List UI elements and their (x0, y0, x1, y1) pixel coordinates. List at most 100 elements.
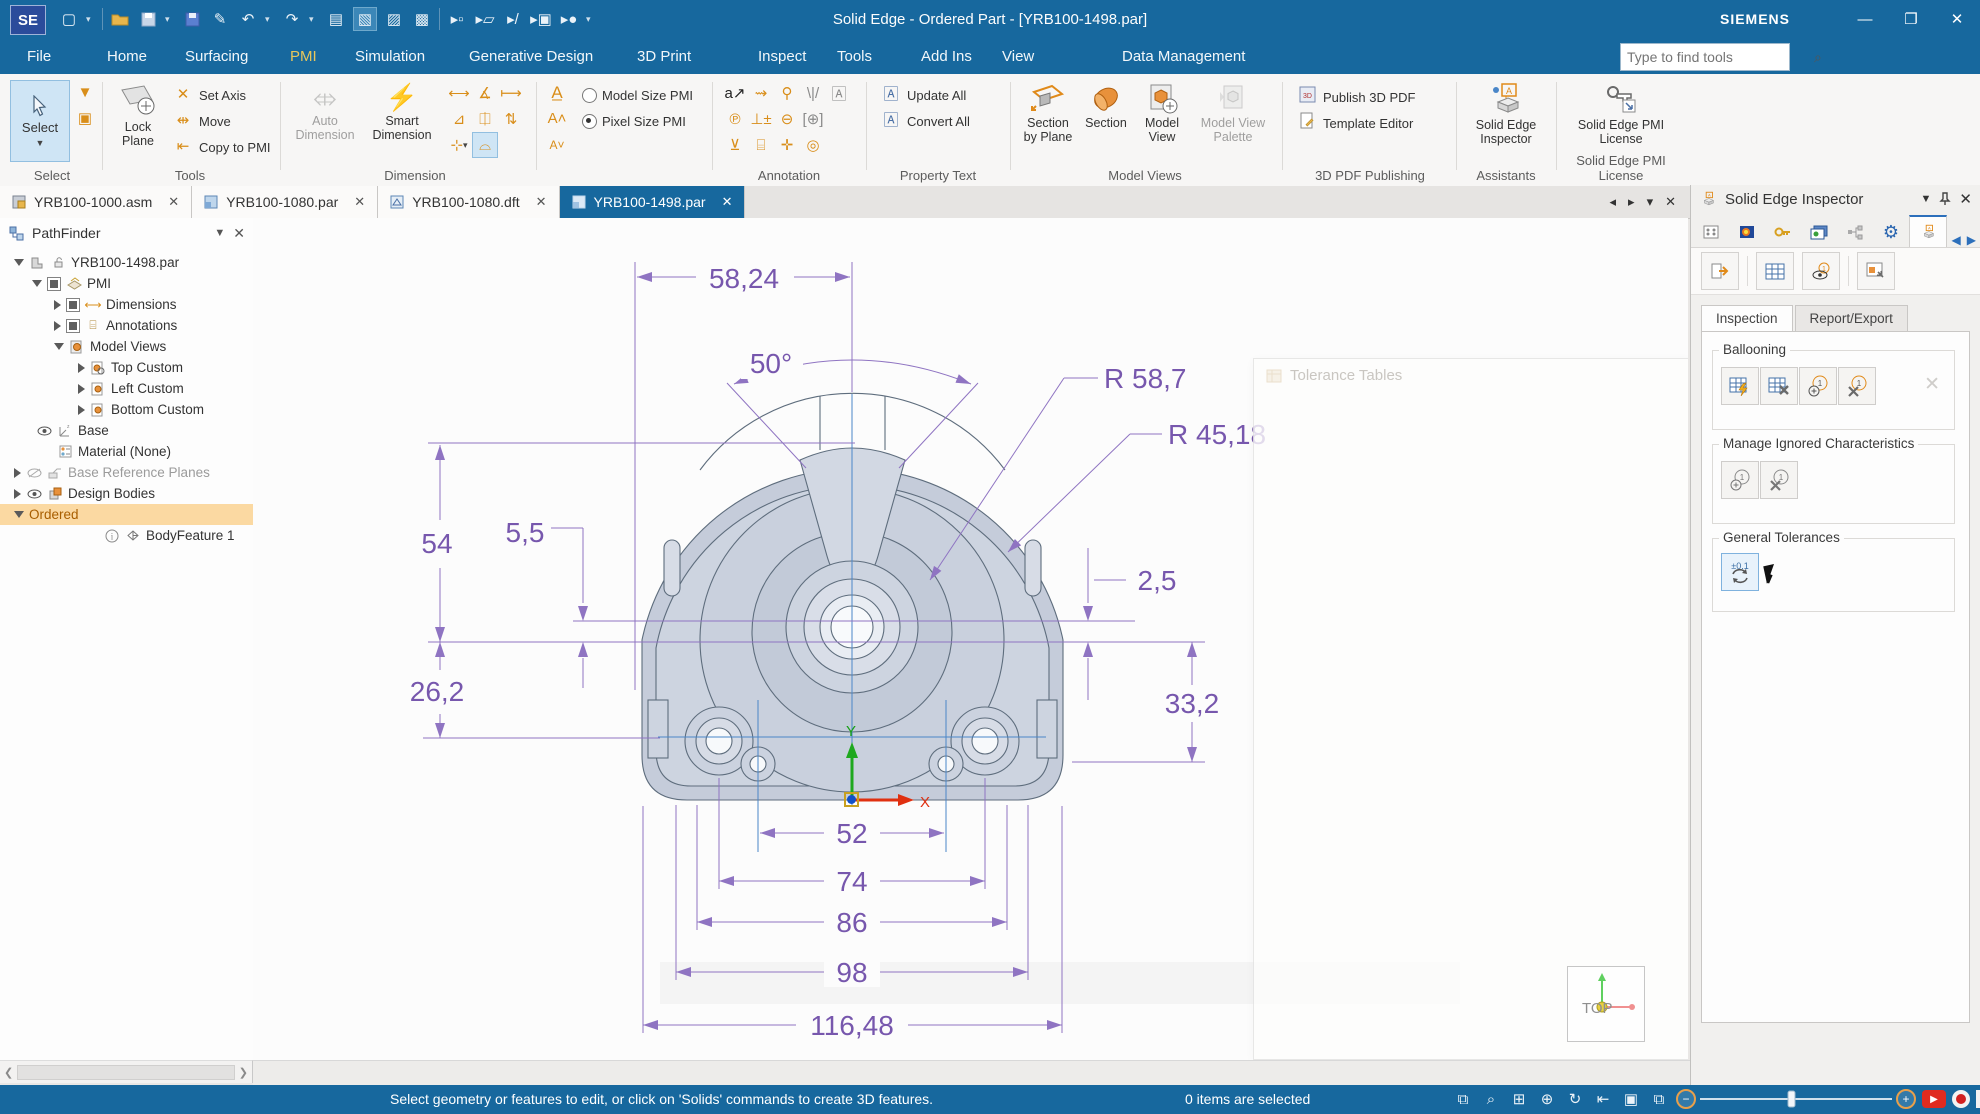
dim-gap-2-5[interactable]: 2,5 (1138, 565, 1177, 596)
minimize-button[interactable]: — (1842, 0, 1888, 38)
dim-height-33-2[interactable]: 33,2 (1165, 688, 1220, 719)
doc-tab-yrb100-1000-asm[interactable]: YRB100-1000.asm ✕ (0, 186, 193, 218)
text-scale-icon[interactable]: A̲ (546, 84, 568, 102)
open-icon[interactable] (109, 8, 131, 30)
weld-symbol-icon[interactable]: \|/ (800, 80, 826, 106)
dimension-groove-icon[interactable]: ⌓ (472, 132, 498, 158)
next-edge-icon[interactable]: ▸/ (502, 8, 524, 30)
close-button[interactable]: ✕ (1934, 0, 1980, 38)
model-canvas[interactable]: 58,24 50° R 58,7 R 45,18 54 5,5 2,5 26,2… (253, 218, 1688, 1060)
pan-icon[interactable]: ⊕ (1536, 1088, 1558, 1110)
copy-image-icon[interactable]: ⧉ (1648, 1088, 1670, 1110)
tree-item-annotations[interactable]: ⌸ Annotations (0, 315, 253, 336)
tree-item-left-custom[interactable]: Left Custom (0, 378, 253, 399)
publish-3d-pdf-button[interactable]: 3D Publish 3D PDF (1296, 86, 1415, 108)
tab-home[interactable]: Home (103, 38, 151, 74)
gear-tab-icon[interactable]: ⚙ (1873, 217, 1909, 247)
expand-icon[interactable] (14, 511, 24, 518)
tree-item-base-reference-planes[interactable]: Base Reference Planes (0, 462, 253, 483)
set-axis-button[interactable]: ✕ Set Axis (172, 86, 246, 104)
text-increase-icon[interactable]: A˄ (546, 110, 568, 128)
scroll-left-icon[interactable]: ❮ (4, 1066, 13, 1079)
dim-radius-45-18[interactable]: R 45,18 (1168, 419, 1266, 450)
record-indicator-icon[interactable] (1952, 1090, 1970, 1108)
undo-icon[interactable]: ↶ (237, 8, 259, 30)
panel-close-icon[interactable]: ✕ (1959, 190, 1972, 208)
pixel-size-pmi-radio[interactable]: Pixel Size PMI (582, 114, 686, 129)
find-tools-input[interactable] (1621, 49, 1814, 65)
feature-list-icon[interactable]: ▤ (325, 8, 347, 30)
rotate-icon[interactable]: ↻ (1564, 1088, 1586, 1110)
upload-icon[interactable]: ⇧ (1976, 1090, 1980, 1108)
previous-view-icon[interactable]: ⇤ (1592, 1088, 1614, 1110)
cells-tab-icon[interactable] (1693, 217, 1729, 247)
tree-item-dimensions[interactable]: ⟷ Dimensions (0, 294, 253, 315)
tree-item-base[interactable]: z Base (0, 420, 253, 441)
collapse-icon[interactable] (54, 299, 61, 310)
datum-target-icon[interactable]: ⊖ (774, 106, 800, 132)
general-tolerance-button[interactable]: ±0.1 (1721, 553, 1759, 591)
panel-pin-icon[interactable] (1939, 192, 1952, 206)
doc-tab-yrb100-1080-par[interactable]: YRB100-1080.par ✕ (192, 186, 379, 218)
dimension-group2-icon[interactable]: ⎅ (472, 106, 498, 132)
pmi-license-button[interactable]: Solid Edge PMI License (1566, 82, 1676, 146)
save-as-dropdown-icon[interactable]: ▾ (165, 14, 175, 25)
collapse-icon[interactable] (14, 467, 21, 478)
checkbox-icon[interactable] (47, 276, 61, 291)
dim-width-98[interactable]: 98 (836, 957, 867, 988)
tree-item-root[interactable]: YRB100-1498.par (0, 252, 253, 273)
remove-balloon-table-button[interactable] (1760, 367, 1798, 405)
view-styles-icon[interactable]: ▣ (1620, 1088, 1642, 1110)
app-menu-button[interactable]: SE (10, 5, 46, 35)
tab-list-dropdown-icon[interactable]: ▾ (1647, 194, 1654, 210)
auto-balloon-button[interactable] (1721, 367, 1759, 405)
solid-edge-inspector-button[interactable]: A Solid Edge Inspector (1466, 82, 1546, 146)
tree-item-design-bodies[interactable]: Design Bodies (0, 483, 253, 504)
strip-scroll-left-icon[interactable]: ◀ (1952, 233, 1961, 247)
view-orientation-indicator[interactable]: TOP (1567, 966, 1645, 1042)
redo-icon[interactable]: ↷ (281, 8, 303, 30)
shaded-edges-view-icon[interactable]: ▨ (383, 8, 405, 30)
ignore-characteristic-balloon-button[interactable]: 1 (1838, 367, 1876, 405)
select-filter-icon[interactable]: ▼ (74, 84, 96, 102)
tree-item-pmi[interactable]: PMI (0, 273, 253, 294)
new-document-icon[interactable]: ▢ (58, 8, 80, 30)
inspector-tab-icon[interactable]: A (1909, 215, 1947, 247)
select-box-icon[interactable]: ▣ (74, 110, 96, 128)
expand-icon[interactable] (14, 259, 24, 266)
panel-menu-icon[interactable]: ▼ (1921, 193, 1932, 205)
zoom-out-icon[interactable]: − (1676, 1089, 1696, 1109)
tab-generative-design[interactable]: Generative Design (465, 38, 597, 74)
clear-ignored-button[interactable]: 1 (1760, 461, 1798, 499)
model-size-pmi-radio[interactable]: Model Size PMI (582, 88, 693, 103)
collapse-icon[interactable] (54, 320, 61, 331)
strip-scroll-right-icon[interactable]: ▶ (1967, 233, 1976, 247)
tab-inspect[interactable]: Inspect (754, 38, 810, 74)
settings-window-button[interactable] (1857, 252, 1895, 290)
next-feature-icon[interactable]: ▸▣ (530, 8, 552, 30)
dimension-move-icon[interactable]: ⇅ (498, 106, 524, 132)
tab-tools[interactable]: Tools (833, 38, 876, 74)
target-point-icon[interactable]: ◎ (800, 132, 826, 158)
zoom-slider-track[interactable] (1696, 1089, 1896, 1109)
pathfinder-menu-icon[interactable]: ▼ (214, 227, 225, 239)
new-dropdown-icon[interactable]: ▾ (86, 14, 96, 25)
tab-inspection[interactable]: Inspection (1701, 305, 1793, 331)
doc-tab-close-icon[interactable]: ✕ (354, 194, 365, 210)
tab-scroll-left-icon[interactable]: ◂ (1610, 194, 1617, 210)
section-button[interactable]: Section (1082, 82, 1130, 130)
feature-frame-icon[interactable]: [⊕] (800, 106, 826, 132)
tab-data-management[interactable]: Data Management (1118, 38, 1249, 74)
section-by-plane-button[interactable]: Section by Plane (1020, 82, 1076, 144)
show-balloons-button[interactable]: 1 (1802, 252, 1840, 290)
dim-radius-58-7[interactable]: R 58,7 (1104, 363, 1187, 394)
dimension-axis-icon[interactable]: ⊹ ▾ (446, 132, 472, 158)
update-all-button[interactable]: 🄰 Update All (880, 86, 966, 104)
convert-all-button[interactable]: 🄰 Convert All (880, 112, 969, 130)
tree-item-material[interactable]: Material (None) (0, 441, 253, 462)
next-body-icon[interactable]: ▸● (558, 8, 580, 30)
tab-scroll-right-icon[interactable]: ▸ (1628, 194, 1635, 210)
model-view-button[interactable]: Model View (1136, 82, 1188, 144)
add-characteristic-balloon-button[interactable]: 1 (1799, 367, 1837, 405)
screen-record-play-icon[interactable]: ▶ (1922, 1090, 1946, 1108)
